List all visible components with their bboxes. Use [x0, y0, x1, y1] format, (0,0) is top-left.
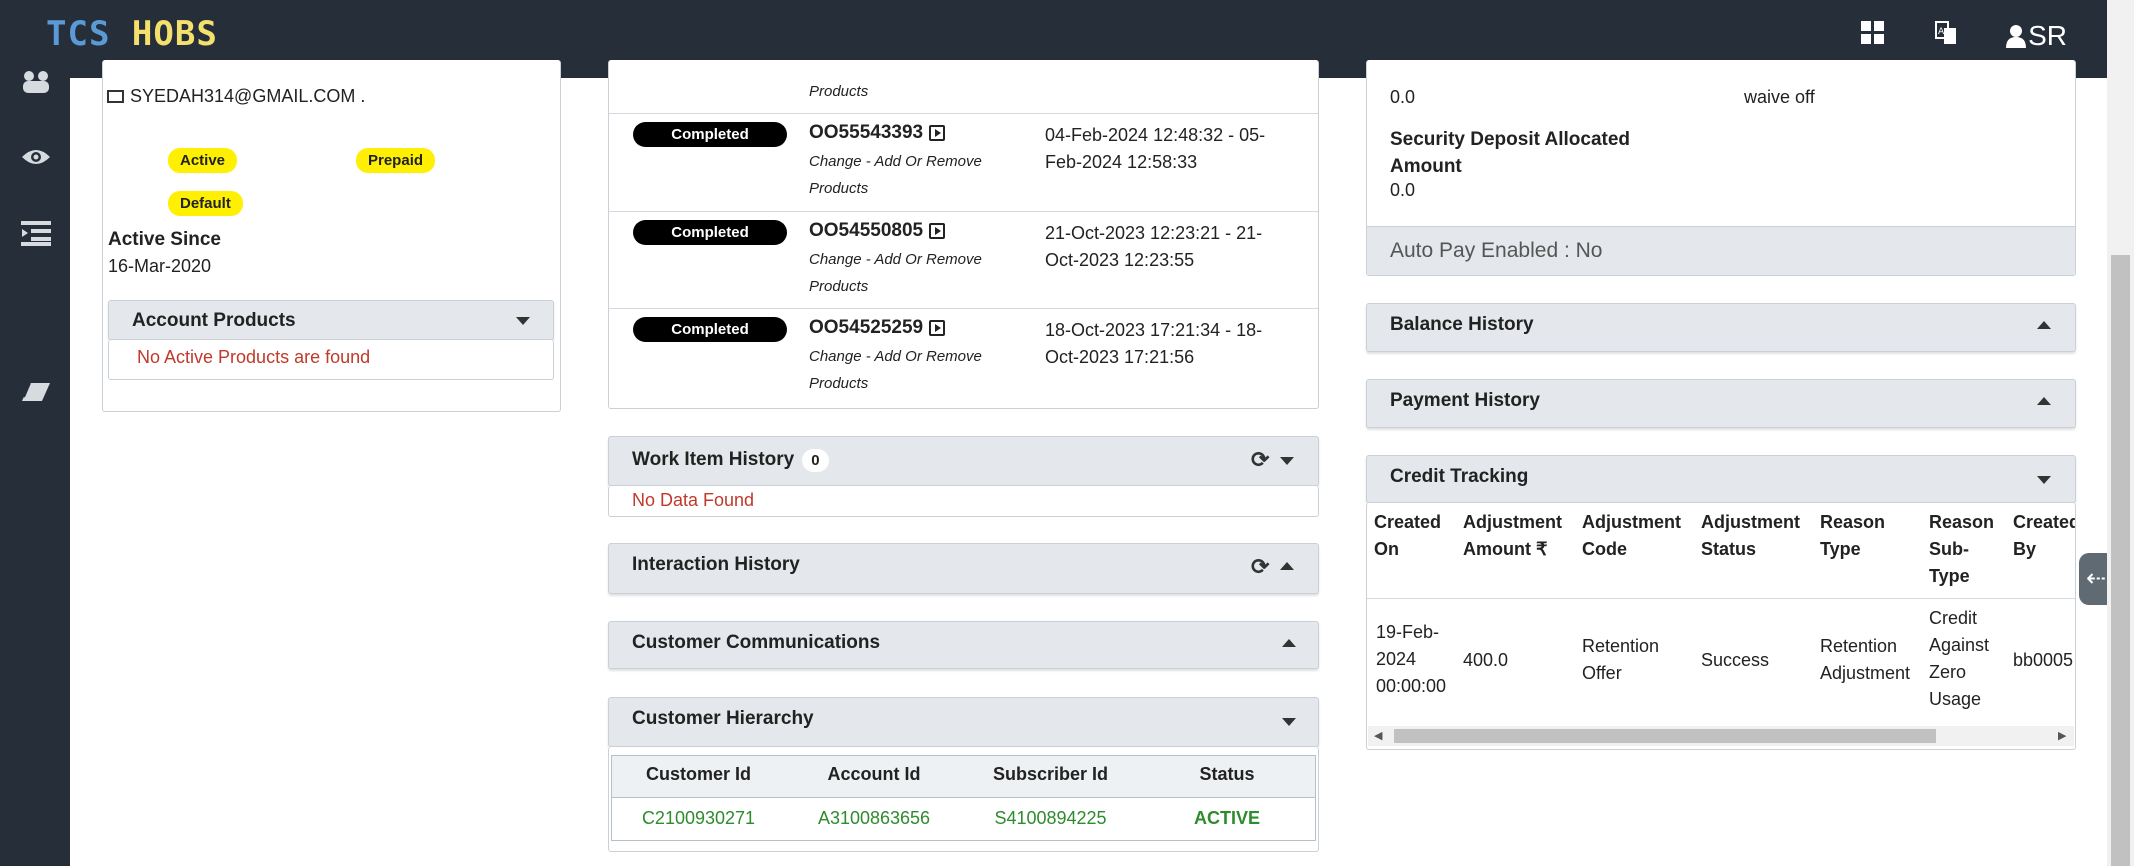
order-type-partial: Products — [809, 83, 869, 100]
account-products-header[interactable]: Account Products — [108, 300, 554, 340]
credit-header-adjustment-status: Adjustment Status — [1701, 512, 1800, 559]
sidebar — [0, 71, 70, 866]
credit-header-reason-type: Reason Type — [1820, 512, 1886, 559]
work-item-empty: No Data Found — [632, 490, 755, 510]
account-products-empty: No Active Products are found — [137, 347, 371, 367]
credit-reason-subtype: Credit Against Zero Usage — [1929, 608, 1990, 709]
hierarchy-header-subscriber-id: Subscriber Id — [992, 764, 1109, 784]
scroll-thumb[interactable] — [1394, 729, 1936, 743]
chevron-up-icon[interactable] — [1280, 562, 1294, 570]
credit-tracking-header[interactable]: Credit Tracking — [1366, 455, 2076, 503]
user-initials: SR — [2028, 20, 2067, 51]
play-icon[interactable] — [929, 320, 946, 336]
refresh-icon[interactable]: ⟳ — [1251, 554, 1269, 580]
credit-header-reason-subtype: Reason Sub- Type — [1929, 512, 1995, 586]
chevron-down-icon[interactable] — [1280, 457, 1294, 465]
credit-header-created-on: Created On — [1374, 512, 1442, 559]
autopay-status: Auto Pay Enabled : No — [1390, 239, 1603, 262]
hierarchy-account-id[interactable]: A3100863656 — [786, 808, 962, 829]
badge-active: Active — [168, 148, 238, 173]
hierarchy-header-account-id: Account Id — [827, 764, 921, 784]
credit-header-adjustment-code: Adjustment Code — [1582, 512, 1681, 559]
user-icon — [2006, 25, 2027, 48]
interaction-history-title: Interaction History — [632, 554, 800, 575]
active-since-label: Active Since — [108, 229, 221, 250]
play-icon[interactable] — [929, 125, 946, 141]
interaction-history-header[interactable]: Interaction History ⟳ — [608, 543, 1319, 594]
active-since-value: 16-Mar-2020 — [108, 256, 212, 276]
order-id-link[interactable]: OO54550805 — [809, 220, 946, 242]
credit-adjustment-status: Success — [1701, 650, 1770, 670]
eraser-icon[interactable] — [20, 378, 52, 410]
order-type: Change - Add Or Remove Products — [809, 348, 982, 392]
credit-created-on: 19-Feb- 2024 00:00:00 — [1376, 622, 1447, 696]
credit-header-created-by: Created By — [2013, 512, 2075, 559]
envelope-icon — [107, 90, 124, 103]
page-vertical-scrollbar[interactable] — [2107, 0, 2134, 866]
hierarchy-status: ACTIVE — [1193, 808, 1260, 828]
order-type: Change - Add Or Remove Products — [809, 153, 982, 197]
eye-icon[interactable] — [20, 144, 52, 176]
users-icon[interactable] — [20, 68, 52, 100]
chevron-up-icon[interactable] — [2037, 321, 2051, 329]
order-status-pill: Completed — [633, 220, 787, 245]
credit-adjustment-code: Retention Offer — [1582, 636, 1660, 683]
chevron-down-icon[interactable] — [1282, 718, 1296, 726]
credit-reason-type: Retention Adjustment — [1820, 636, 1911, 683]
work-item-history-title: Work Item History 0 — [632, 449, 829, 472]
brand-part-2: HOBS — [131, 14, 218, 54]
balance-history-title: Balance History — [1390, 314, 1534, 335]
badge-default: Default — [168, 191, 243, 216]
top-icons: A SR — [1860, 20, 2067, 52]
order-type: Change - Add Or Remove Products — [809, 251, 982, 295]
billing-value-right: waive off — [1744, 87, 1815, 107]
brand-logo[interactable]: TCS HOBS — [46, 14, 218, 54]
chevron-down-icon[interactable] — [2037, 476, 2051, 484]
order-date: 18-Oct-2023 17:21:34 - 18- Oct-2023 17:21… — [1045, 320, 1263, 367]
work-item-history-header[interactable]: Work Item History 0 ⟳ — [608, 436, 1319, 486]
credit-tracking-title: Credit Tracking — [1390, 466, 1529, 487]
credit-header-adjustment-amount: Adjustment Amount ₹ — [1463, 512, 1562, 559]
payment-history-title: Payment History — [1390, 390, 1540, 411]
credit-adjustment-amount: 400.0 — [1463, 650, 1509, 670]
customer-hierarchy-header[interactable]: Customer Hierarchy — [608, 697, 1319, 747]
billing-value-left: 0.0 — [1390, 87, 1416, 107]
chevron-up-icon[interactable] — [2037, 397, 2051, 405]
email-value: SYEDAH314@GMAIL.COM . — [130, 86, 366, 106]
security-deposit-value: 0.0 — [1390, 180, 1416, 200]
list-icon[interactable] — [20, 220, 52, 252]
credit-created-by: bb0005 — [2013, 650, 2074, 670]
account-products-title: Account Products — [132, 310, 296, 331]
user-menu[interactable]: SR — [2006, 20, 2067, 52]
hierarchy-header-status: Status — [1199, 764, 1255, 784]
play-icon[interactable] — [929, 223, 946, 239]
order-date: 21-Oct-2023 12:23:21 - 21- Oct-2023 12:23… — [1045, 223, 1263, 270]
chevron-up-icon[interactable] — [1282, 639, 1296, 647]
order-status-pill: Completed — [633, 122, 787, 147]
email-row: SYEDAH314@GMAIL.COM . — [107, 86, 365, 107]
svg-text:A: A — [1938, 27, 1945, 37]
order-id-link[interactable]: OO55543393 — [809, 122, 946, 144]
work-item-count: 0 — [802, 449, 829, 472]
customer-hierarchy-title: Customer Hierarchy — [632, 708, 814, 729]
balance-history-header[interactable]: Balance History — [1366, 303, 2076, 352]
translate-icon[interactable]: A — [1934, 20, 1958, 52]
order-id-link[interactable]: OO54525259 — [809, 317, 946, 339]
customer-communications-header[interactable]: Customer Communications — [608, 621, 1319, 669]
chevron-down-icon[interactable] — [516, 317, 530, 325]
credit-horizontal-scrollbar[interactable]: ◀ ▶ — [1368, 726, 2074, 746]
hierarchy-subscriber-id[interactable]: S4100894225 — [962, 808, 1139, 829]
hierarchy-customer-id[interactable]: C2100930271 — [611, 808, 786, 829]
order-status-pill: Completed — [633, 317, 787, 342]
customer-communications-title: Customer Communications — [632, 632, 881, 653]
payment-history-header[interactable]: Payment History — [1366, 379, 2076, 428]
scroll-thumb[interactable] — [2111, 255, 2130, 866]
security-deposit-label: Security Deposit Allocated Amount — [1390, 129, 1631, 177]
dashboard-grid-icon[interactable] — [1860, 20, 1886, 52]
order-date: 04-Feb-2024 12:48:32 - 05- Feb-2024 12:58… — [1045, 125, 1266, 172]
hierarchy-header-customer-id: Customer Id — [645, 764, 751, 784]
refresh-icon[interactable]: ⟳ — [1251, 447, 1269, 473]
brand-part-1: TCS — [46, 14, 111, 54]
badge-prepaid: Prepaid — [356, 148, 436, 173]
